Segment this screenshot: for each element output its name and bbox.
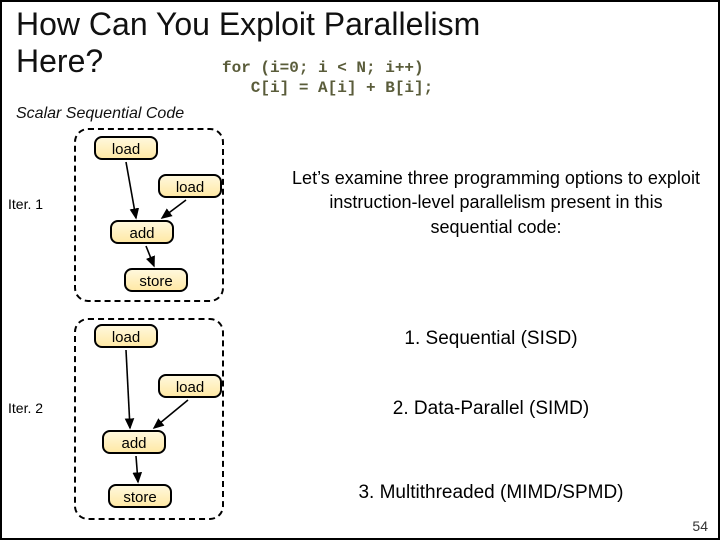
- subtitle-label: Scalar Sequential Code: [16, 105, 184, 123]
- iteration1-label: Iter. 1: [8, 196, 43, 212]
- iter2-add-op: add: [102, 430, 166, 454]
- option-3: 3. Multithreaded (MIMD/SPMD): [266, 482, 716, 504]
- iter2-load2-op: load: [158, 374, 222, 398]
- option-1: 1. Sequential (SISD): [266, 328, 716, 350]
- iter2-load1-op: load: [94, 324, 158, 348]
- title-line1: How Can You Exploit Parallelism: [16, 6, 480, 42]
- title-line2: Here?: [16, 43, 103, 79]
- code-line2: C[i] = A[i] + B[i];: [222, 79, 433, 97]
- iter2-store-op: store: [108, 484, 172, 508]
- iter1-load1-op: load: [94, 136, 158, 160]
- code-snippet: for (i=0; i < N; i++) C[i] = A[i] + B[i]…: [222, 58, 433, 98]
- iter1-store-op: store: [124, 268, 188, 292]
- iter1-load2-op: load: [158, 174, 222, 198]
- iteration2-label: Iter. 2: [8, 400, 43, 416]
- iter1-add-op: add: [110, 220, 174, 244]
- code-line1: for (i=0; i < N; i++): [222, 59, 424, 77]
- slide-number: 54: [692, 518, 708, 534]
- explanation-text: Let’s examine three programming options …: [286, 166, 706, 239]
- option-2: 2. Data-Parallel (SIMD): [266, 398, 716, 420]
